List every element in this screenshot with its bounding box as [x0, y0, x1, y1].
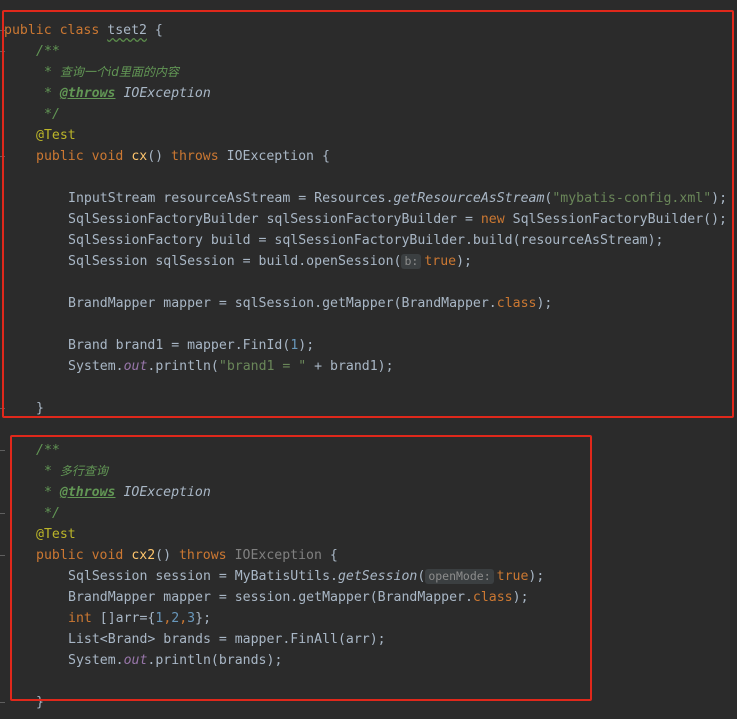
highlight-box: [10, 435, 592, 701]
code-editor[interactable]: public class tset2 { /** * 查询一个id里面的内容 *…: [0, 0, 737, 719]
highlight-box: [2, 10, 734, 418]
fold-marker[interactable]: [0, 555, 5, 556]
fold-marker[interactable]: [0, 702, 5, 703]
fold-marker[interactable]: [0, 450, 5, 451]
fold-marker[interactable]: [0, 513, 5, 514]
